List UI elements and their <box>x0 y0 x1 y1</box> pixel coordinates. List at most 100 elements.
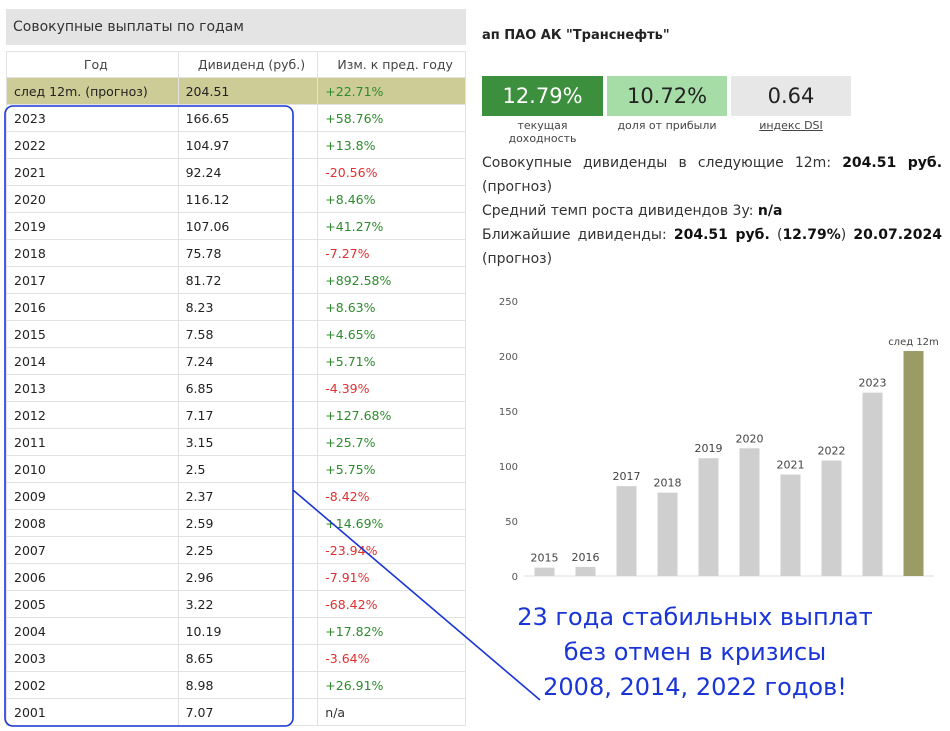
y-tick-label: 250 <box>499 297 518 308</box>
header-year[interactable]: Год <box>6 51 179 78</box>
year-cell: 2015 <box>6 320 179 348</box>
change-cell: +892.58% <box>317 266 466 294</box>
dividend-cell: 81.72 <box>177 266 319 294</box>
table-row: 2003 8.65 -3.64% <box>6 644 466 672</box>
table-row: 2006 2.96 -7.91% <box>6 563 466 591</box>
table-row: 2015 7.58 +4.65% <box>6 320 466 348</box>
forecast-year: след 12m. (прогноз) <box>6 77 179 105</box>
bar <box>575 566 596 576</box>
metric-payout-ratio-label: доля от прибыли <box>617 119 717 132</box>
next12-suffix: (прогноз) <box>482 179 553 195</box>
change-cell: +58.76% <box>317 104 466 132</box>
dividend-cell: 92.24 <box>177 158 319 186</box>
table-row: 2009 2.37 -8.42% <box>6 482 466 510</box>
year-cell: 2002 <box>6 671 179 699</box>
bar-category-label: 2015 <box>531 552 559 565</box>
bar-category-label: след 12m <box>888 337 939 348</box>
change-cell: +8.46% <box>317 185 466 213</box>
forecast-row: след 12m. (прогноз) 204.51 +22.71% <box>6 77 466 105</box>
dividend-cell: 2.5 <box>177 455 319 483</box>
bar <box>698 458 719 576</box>
bar-category-label: 2016 <box>572 551 600 564</box>
annotation-line-2: без отмен в кризисы <box>563 638 827 666</box>
metric-payout-ratio: 10.72% <box>607 76 727 116</box>
year-cell: 2008 <box>6 509 179 537</box>
nearest-yield: 12.79% <box>782 227 841 243</box>
table-row: 2016 8.23 +8.63% <box>6 293 466 321</box>
year-cell: 2021 <box>6 158 179 186</box>
table-row: 2011 3.15 +25.7% <box>6 428 466 456</box>
header-dividend[interactable]: Дивиденд (руб.) <box>177 51 319 78</box>
table-row: 2002 8.98 +26.91% <box>6 671 466 699</box>
table-row: 2014 7.24 +5.71% <box>6 347 466 375</box>
change-cell: -8.42% <box>317 482 466 510</box>
change-cell: -23.94% <box>317 536 466 564</box>
bar-category-label: 2022 <box>818 445 846 458</box>
dividend-bar-chart: 0 50 100 150 200 250 2015 2016 2017 2018 2019 2020 2… <box>499 297 939 583</box>
table-row: 2023 166.65 +58.76% <box>6 104 466 132</box>
annotation-line-3: 2008, 2014, 2022 годов! <box>543 673 847 701</box>
dividend-cell: 7.17 <box>177 401 319 429</box>
table-row: 2018 75.78 -7.27% <box>6 239 466 267</box>
year-cell: 2022 <box>6 131 179 159</box>
forecast-dividend: 204.51 <box>177 77 319 105</box>
table-row: 2022 104.97 +13.8% <box>6 131 466 159</box>
nearest-suffix: (прогноз) <box>482 251 553 267</box>
table-row: 2008 2.59 +14.69% <box>6 509 466 537</box>
y-tick-label: 50 <box>505 517 518 528</box>
bar <box>739 448 760 576</box>
year-cell: 2009 <box>6 482 179 510</box>
bar-category-label: 2020 <box>736 432 764 445</box>
annotation-line-1: 23 года стабильных выплат <box>517 603 873 631</box>
next12-prefix: Совокупные дивиденды в следующие 12m: <box>482 155 832 171</box>
change-cell: +17.82% <box>317 617 466 645</box>
dsi-index-link[interactable]: индекс DSI <box>731 119 851 132</box>
dividend-cell: 104.97 <box>177 131 319 159</box>
change-cell: +14.69% <box>317 509 466 537</box>
year-cell: 2023 <box>6 104 179 132</box>
table-row: 2020 116.12 +8.46% <box>6 185 466 213</box>
change-cell: +8.63% <box>317 293 466 321</box>
year-cell: 2017 <box>6 266 179 294</box>
dividend-cell: 3.22 <box>177 590 319 618</box>
dividend-cell: 3.15 <box>177 428 319 456</box>
table-row: 2005 3.22 -68.42% <box>6 590 466 618</box>
bar-category-label: 2017 <box>613 470 641 483</box>
bar <box>862 392 883 576</box>
dividend-table: Год Дивиденд (руб.) Изм. к пред. году сл… <box>6 51 466 726</box>
change-cell: +127.68% <box>317 401 466 429</box>
year-cell: 2016 <box>6 293 179 321</box>
metric-current-yield: 12.79% <box>482 76 603 116</box>
bar-category-label: 2021 <box>777 459 805 472</box>
change-cell: -4.39% <box>317 374 466 402</box>
change-cell: +26.91% <box>317 671 466 699</box>
table-row: 2021 92.24 -20.56% <box>6 158 466 186</box>
dividend-cell: 2.96 <box>177 563 319 591</box>
info-nearest: Ближайшие дивиденды: 204.51 руб. (12.79%… <box>482 227 942 267</box>
dividend-cell: 2.37 <box>177 482 319 510</box>
year-cell: 2014 <box>6 347 179 375</box>
year-cell: 2006 <box>6 563 179 591</box>
change-cell: -7.27% <box>317 239 466 267</box>
change-cell: -3.64% <box>317 644 466 672</box>
dividend-cell: 2.25 <box>177 536 319 564</box>
header-change[interactable]: Изм. к пред. году <box>317 51 466 78</box>
y-tick-label: 200 <box>499 352 518 363</box>
dividend-cell: 166.65 <box>177 104 319 132</box>
bar <box>616 486 637 576</box>
dividend-cell: 8.23 <box>177 293 319 321</box>
info-next12: Совокупные дивиденды в следующие 12m: 20… <box>482 151 942 199</box>
year-cell: 2019 <box>6 212 179 240</box>
bar <box>657 492 678 576</box>
table-row: 2007 2.25 -23.94% <box>6 536 466 564</box>
change-cell: +41.27% <box>317 212 466 240</box>
bar <box>534 567 555 576</box>
bar-category-label: 2019 <box>695 442 723 455</box>
year-cell: 2004 <box>6 617 179 645</box>
table-header-row: Год Дивиденд (руб.) Изм. к пред. году <box>6 51 466 78</box>
y-tick-label: 150 <box>499 407 518 418</box>
dividend-cell: 7.24 <box>177 347 319 375</box>
change-cell: +4.65% <box>317 320 466 348</box>
table-row: 2004 10.19 +17.82% <box>6 617 466 645</box>
metric-dsi: 0.64 <box>731 76 851 116</box>
